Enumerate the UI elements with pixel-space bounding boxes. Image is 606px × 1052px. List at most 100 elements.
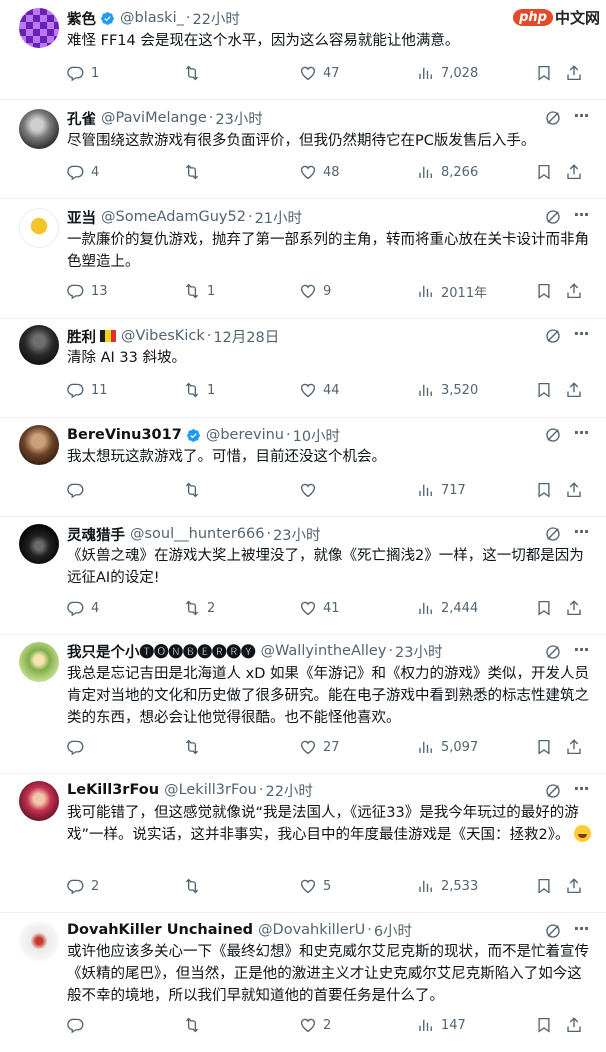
views-button[interactable]: 8,266 bbox=[417, 160, 478, 184]
like-button[interactable]: 9 bbox=[299, 279, 331, 303]
reply-button[interactable]: 11 bbox=[67, 378, 108, 402]
timestamp[interactable]: 21小时 bbox=[255, 207, 302, 228]
user-handle[interactable]: @Lekill3rFou bbox=[164, 782, 257, 798]
user-handle[interactable]: @PaviMelange bbox=[101, 110, 207, 126]
retweet-button[interactable] bbox=[183, 735, 207, 759]
views-button[interactable]: 2,444 bbox=[417, 596, 478, 620]
like-button[interactable]: 27 bbox=[299, 735, 340, 759]
bookmark-button[interactable] bbox=[535, 596, 553, 620]
display-name[interactable]: 灵魂猎手 bbox=[67, 524, 125, 545]
timestamp[interactable]: 22小时 bbox=[265, 780, 312, 801]
reply-button[interactable] bbox=[67, 735, 91, 759]
timestamp[interactable]: 23小时 bbox=[215, 108, 262, 129]
bookmark-button[interactable] bbox=[535, 735, 553, 759]
tweet[interactable]: 胜利 @VibesKick · 12月28日 ··· 清除 AI 33 斜坡。 … bbox=[0, 319, 606, 418]
more-options-icon[interactable]: ··· bbox=[572, 524, 590, 543]
share-button[interactable] bbox=[565, 160, 583, 184]
bookmark-button[interactable] bbox=[535, 378, 553, 402]
views-button[interactable]: 5,097 bbox=[417, 735, 478, 759]
tweet[interactable]: 我只是个小🅣🅞🅝🅑🅔🅡🅡🅨 @WallyintheAlley · 23小时 ··… bbox=[0, 635, 606, 774]
display-name[interactable]: BereVinu3017 bbox=[67, 427, 182, 443]
more-options-icon[interactable]: ··· bbox=[572, 108, 590, 127]
tweet[interactable]: BereVinu3017 @berevinu · 10小时 ··· 我太想玩这款… bbox=[0, 418, 606, 517]
retweet-button[interactable] bbox=[183, 478, 207, 502]
grok-icon[interactable] bbox=[544, 327, 562, 345]
tweet[interactable]: 亚当 @SomeAdamGuy52 · 21小时 ··· 一款廉价的复仇游戏，抛… bbox=[0, 199, 606, 319]
timestamp[interactable]: 23小时 bbox=[395, 641, 442, 662]
reply-button[interactable]: 2 bbox=[67, 874, 99, 898]
reply-button[interactable]: 13 bbox=[67, 279, 108, 303]
retweet-button[interactable] bbox=[183, 160, 207, 184]
user-avatar[interactable] bbox=[19, 642, 59, 682]
grok-icon[interactable] bbox=[544, 208, 562, 226]
retweet-button[interactable]: 1 bbox=[183, 378, 215, 402]
like-button[interactable] bbox=[299, 478, 323, 502]
timestamp[interactable]: 6小时 bbox=[374, 920, 412, 941]
bookmark-button[interactable] bbox=[535, 1013, 553, 1037]
tweet[interactable]: LeKill3rFou @Lekill3rFou · 22小时 ··· 我可能错… bbox=[0, 774, 606, 913]
bookmark-button[interactable] bbox=[535, 478, 553, 502]
timestamp[interactable]: 23小时 bbox=[273, 524, 320, 545]
timestamp[interactable]: 22小时 bbox=[192, 8, 239, 29]
grok-icon[interactable] bbox=[544, 922, 562, 940]
like-button[interactable]: 41 bbox=[299, 596, 340, 620]
user-handle[interactable]: @blaski_ bbox=[120, 10, 184, 26]
more-options-icon[interactable]: ··· bbox=[572, 425, 590, 444]
reply-button[interactable] bbox=[67, 478, 91, 502]
user-handle[interactable]: @WallyintheAlley bbox=[261, 643, 387, 659]
share-button[interactable] bbox=[565, 735, 583, 759]
user-avatar[interactable] bbox=[19, 921, 59, 961]
like-button[interactable]: 48 bbox=[299, 160, 340, 184]
share-button[interactable] bbox=[565, 378, 583, 402]
bookmark-button[interactable] bbox=[535, 874, 553, 898]
user-handle[interactable]: @soul__hunter666 bbox=[130, 526, 264, 542]
display-name[interactable]: 紫色 bbox=[67, 8, 96, 29]
more-options-icon[interactable]: ··· bbox=[572, 642, 590, 661]
views-button[interactable]: 7,028 bbox=[417, 61, 478, 85]
timestamp[interactable]: 10小时 bbox=[293, 425, 340, 446]
like-button[interactable]: 47 bbox=[299, 61, 340, 85]
grok-icon[interactable] bbox=[544, 782, 562, 800]
tweet[interactable]: 孔雀 @PaviMelange · 23小时 ··· 尽管围绕这款游戏有很多负面… bbox=[0, 100, 606, 199]
more-options-icon[interactable]: ··· bbox=[572, 326, 590, 345]
bookmark-button[interactable] bbox=[535, 279, 553, 303]
trophy-avatar[interactable] bbox=[19, 208, 59, 248]
user-handle[interactable]: @DovahkillerU bbox=[258, 922, 365, 938]
like-button[interactable]: 5 bbox=[299, 874, 331, 898]
like-button[interactable]: 2 bbox=[299, 1013, 331, 1037]
views-button[interactable]: 717 bbox=[417, 478, 466, 502]
display-name[interactable]: DovahKiller Unchained bbox=[67, 922, 253, 938]
display-name[interactable]: 孔雀 bbox=[67, 108, 96, 129]
grok-icon[interactable] bbox=[544, 643, 562, 661]
share-button[interactable] bbox=[565, 596, 583, 620]
display-name[interactable]: 我只是个小🅣🅞🅝🅑🅔🅡🅡🅨 bbox=[67, 641, 256, 662]
bookmark-button[interactable] bbox=[535, 61, 553, 85]
more-options-icon[interactable]: ··· bbox=[572, 921, 590, 940]
retweet-button[interactable] bbox=[183, 874, 207, 898]
share-button[interactable] bbox=[565, 279, 583, 303]
more-options-icon[interactable]: ··· bbox=[572, 781, 590, 800]
grok-icon[interactable] bbox=[544, 525, 562, 543]
reply-button[interactable]: 4 bbox=[67, 596, 99, 620]
retweet-button[interactable]: 2 bbox=[183, 596, 215, 620]
display-name[interactable]: LeKill3rFou bbox=[67, 782, 159, 798]
tweet[interactable]: DovahKiller Unchained @DovahkillerU · 6小… bbox=[0, 913, 606, 1052]
user-avatar[interactable] bbox=[19, 325, 59, 365]
grok-icon[interactable] bbox=[544, 109, 562, 127]
views-button[interactable]: 2,533 bbox=[417, 874, 478, 898]
bookmark-button[interactable] bbox=[535, 160, 553, 184]
share-button[interactable] bbox=[565, 1013, 583, 1037]
user-avatar[interactable] bbox=[19, 425, 59, 465]
user-avatar[interactable] bbox=[19, 8, 59, 48]
share-button[interactable] bbox=[565, 478, 583, 502]
like-button[interactable]: 44 bbox=[299, 378, 340, 402]
user-avatar[interactable] bbox=[19, 109, 59, 149]
views-button[interactable]: 147 bbox=[417, 1013, 466, 1037]
more-options-icon[interactable]: ··· bbox=[572, 207, 590, 226]
retweet-button[interactable] bbox=[183, 1013, 207, 1037]
user-handle[interactable]: @VibesKick bbox=[121, 328, 205, 344]
display-name[interactable]: 亚当 bbox=[67, 207, 96, 228]
views-button[interactable]: 2011年 bbox=[417, 279, 487, 303]
views-button[interactable]: 3,520 bbox=[417, 378, 478, 402]
display-name[interactable]: 胜利 bbox=[67, 326, 96, 347]
